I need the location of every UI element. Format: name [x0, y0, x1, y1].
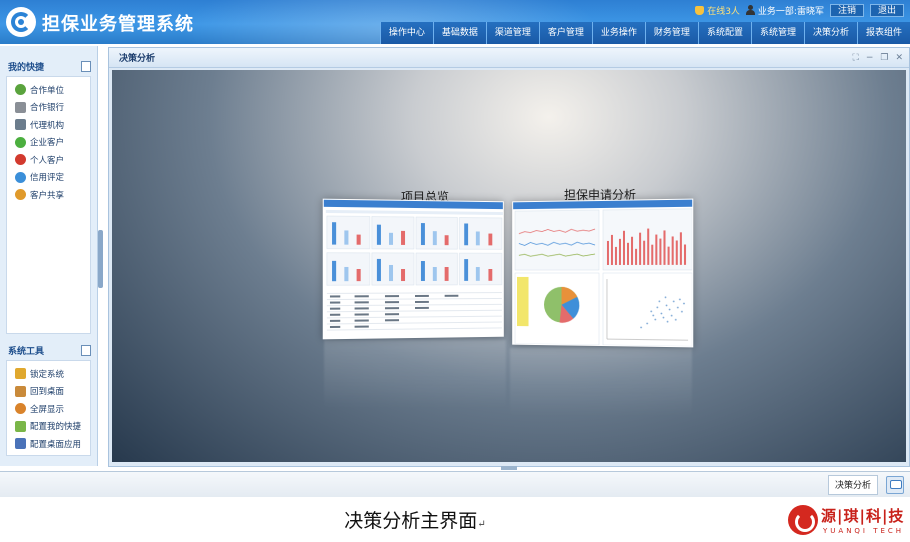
project-overview-thumbnail: [324, 200, 504, 340]
panel-resize-handle[interactable]: [501, 466, 517, 470]
tool-item-label: 配置我的快捷: [30, 420, 81, 432]
quick-item-label: 合作单位: [30, 84, 64, 96]
exit-button[interactable]: 退出: [870, 4, 904, 17]
quick-item-bank[interactable]: 合作银行: [7, 99, 90, 117]
nav-item-customer[interactable]: 客户管理: [539, 22, 592, 44]
nav-item-business[interactable]: 业务操作: [592, 22, 645, 44]
expand-icon[interactable]: ⛶: [853, 53, 859, 63]
minimize-icon[interactable]: −: [866, 53, 874, 63]
sidebar: 我的快捷 合作单位 合作银行 代理机构 企业客户 个人客户 信用评定 客户共享 …: [0, 46, 98, 466]
enterprise-icon: [15, 137, 26, 148]
nav-item-decision[interactable]: 决策分析: [804, 22, 857, 44]
fullscreen-icon: [15, 403, 26, 414]
system-tools-header: 系统工具: [0, 340, 97, 360]
brand-name: 源|琪|科|技: [821, 505, 904, 526]
taskbar: 决策分析: [0, 471, 910, 497]
tool-item-label: 配置桌面应用: [30, 438, 81, 450]
partner-icon: [15, 84, 26, 95]
nav-item-reports[interactable]: 报表组件: [857, 22, 910, 44]
card-guarantee-analysis[interactable]: [512, 199, 693, 348]
nav-item-sys-admin[interactable]: 系统管理: [751, 22, 804, 44]
bank-icon: [15, 102, 26, 113]
app-title: 担保业务管理系统: [42, 10, 194, 36]
panel-title: 决策分析: [119, 51, 155, 64]
close-icon[interactable]: ✕: [895, 53, 903, 63]
quick-item-credit[interactable]: 信用评定: [7, 169, 90, 187]
decision-analysis-panel: 决策分析 ⛶ − ❐ ✕ 项目总览 担保申请分析: [108, 47, 910, 467]
header-info: 在线3人 业务一部:雷晓军 注销 退出: [695, 3, 904, 17]
online-users[interactable]: 在线3人: [695, 4, 740, 17]
panel-title-bar: 决策分析 ⛶ − ❐ ✕: [109, 48, 909, 68]
tool-item-fullscreen[interactable]: 全屏显示: [7, 400, 90, 418]
system-tools-list: 锁定系统 回到桌面 全屏显示 配置我的快捷 配置桌面应用: [6, 360, 91, 456]
window-controls: ⛶ − ❐ ✕: [853, 53, 903, 63]
guarantee-analysis-thumbnail: [513, 200, 693, 348]
config-shortcut-icon: [15, 421, 26, 432]
quick-item-person[interactable]: 个人客户: [7, 151, 90, 169]
return-mark: ↵: [477, 519, 485, 530]
quick-item-label: 企业客户: [30, 136, 64, 148]
brand-logo: 源|琪|科|技 YUANQI TECH: [788, 503, 906, 537]
restore-icon[interactable]: ❐: [880, 53, 888, 63]
quick-links-header: 我的快捷: [0, 56, 97, 76]
tools-search-icon[interactable]: [81, 345, 91, 356]
quick-item-partner[interactable]: 合作单位: [7, 81, 90, 99]
tool-item-config-desktop[interactable]: 配置桌面应用: [7, 435, 90, 453]
app-header: 担保业务管理系统 在线3人 业务一部:雷晓军 注销 退出 操作中心 基础数据 渠…: [0, 0, 910, 44]
tool-item-label: 回到桌面: [30, 385, 64, 397]
card-reflection: [324, 340, 506, 410]
card-reflection: [510, 348, 692, 418]
nav-item-ops-center[interactable]: 操作中心: [380, 22, 433, 44]
app-window: 担保业务管理系统 在线3人 业务一部:雷晓军 注销 退出 操作中心 基础数据 渠…: [0, 0, 910, 542]
logout-button[interactable]: 注销: [830, 4, 864, 17]
tool-item-desktop[interactable]: 回到桌面: [7, 383, 90, 401]
credit-icon: [15, 172, 26, 183]
tool-item-label: 锁定系统: [30, 368, 64, 380]
quick-item-enterprise[interactable]: 企业客户: [7, 134, 90, 152]
card-project-overview[interactable]: [323, 199, 504, 340]
quick-links-list: 合作单位 合作银行 代理机构 企业客户 个人客户 信用评定 客户共享: [6, 76, 91, 334]
quick-item-label: 客户共享: [30, 189, 64, 201]
user-icon: [746, 5, 755, 15]
nav-item-sys-config[interactable]: 系统配置: [698, 22, 751, 44]
brand-mark-icon: [788, 505, 818, 535]
brand-subtitle: YUANQI TECH: [823, 527, 904, 535]
online-users-label: 在线3人: [707, 4, 740, 17]
desktop-icon: [15, 386, 26, 397]
quick-item-label: 信用评定: [30, 171, 64, 183]
agency-icon: [15, 119, 26, 130]
config-desktop-icon: [15, 438, 26, 449]
quick-item-label: 代理机构: [30, 119, 64, 131]
caption-text: 决策分析主界面: [344, 510, 477, 532]
dashboard-stage: 项目总览 担保申请分析: [112, 70, 906, 462]
quick-links-title: 我的快捷: [8, 60, 44, 73]
person-icon: [15, 154, 26, 165]
tool-item-label: 全屏显示: [30, 403, 64, 415]
nav-item-channel[interactable]: 渠道管理: [486, 22, 539, 44]
quick-item-label: 合作银行: [30, 101, 64, 113]
quick-item-label: 个人客户: [30, 154, 64, 166]
current-user-label: 业务一部:雷晓军: [758, 4, 824, 17]
share-icon: [15, 189, 26, 200]
system-tools-title: 系统工具: [8, 344, 44, 357]
nav-item-finance[interactable]: 财务管理: [645, 22, 698, 44]
lock-icon: [15, 368, 26, 379]
tool-item-lock[interactable]: 锁定系统: [7, 365, 90, 383]
app-logo-icon: [6, 7, 36, 37]
current-user: 业务一部:雷晓军: [746, 4, 824, 17]
quick-item-agency[interactable]: 代理机构: [7, 116, 90, 134]
figure-caption: 决策分析主界面↵: [0, 506, 830, 533]
nav-item-base-data[interactable]: 基础数据: [433, 22, 486, 44]
taskbar-tab-decision[interactable]: 决策分析: [828, 475, 878, 495]
bell-icon: [695, 6, 704, 15]
quick-item-share[interactable]: 客户共享: [7, 186, 90, 204]
main-nav: 操作中心 基础数据 渠道管理 客户管理 业务操作 财务管理 系统配置 系统管理 …: [380, 22, 910, 44]
sidebar-collapse-handle[interactable]: [98, 230, 103, 288]
chat-icon[interactable]: [886, 476, 904, 494]
edit-quick-links-icon[interactable]: [81, 61, 91, 72]
tool-item-config-shortcut[interactable]: 配置我的快捷: [7, 418, 90, 436]
